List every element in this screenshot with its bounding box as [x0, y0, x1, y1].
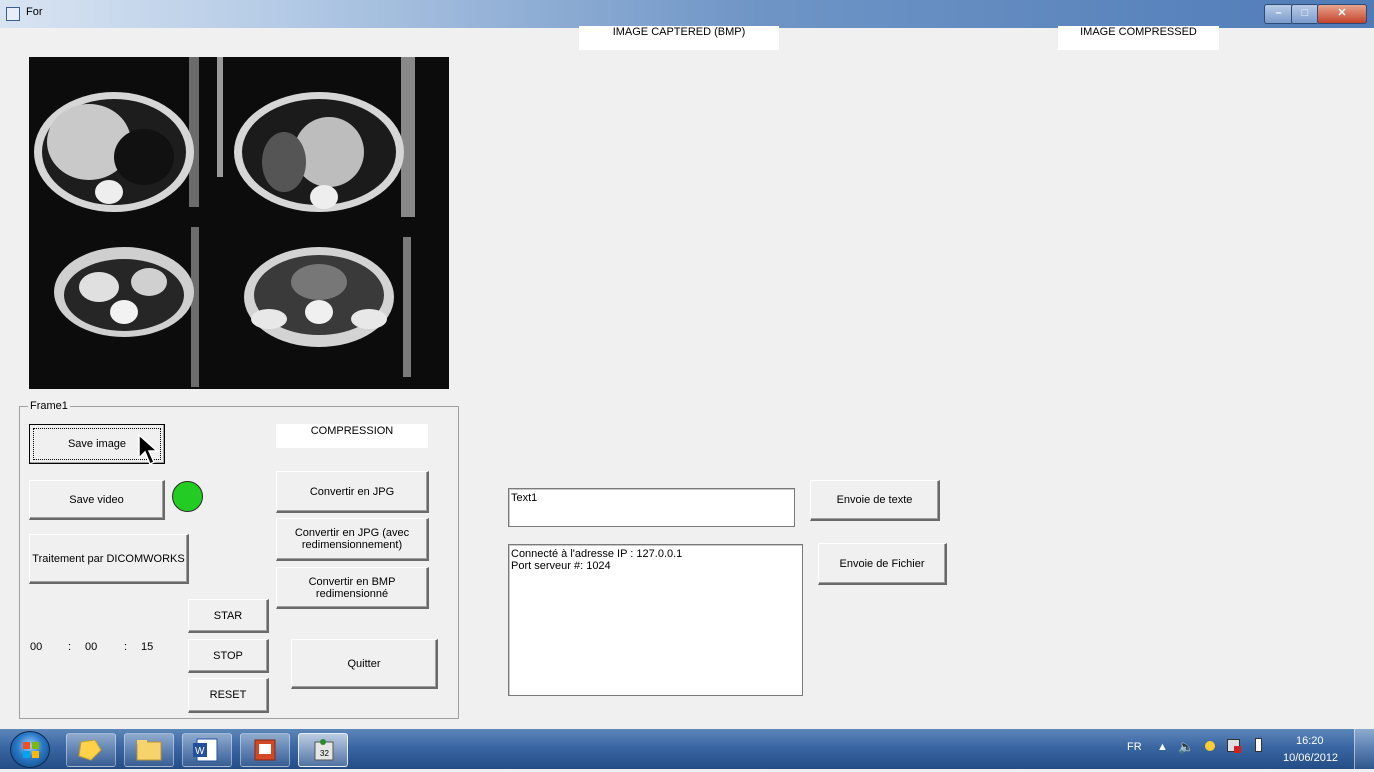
show-desktop-button[interactable] [1354, 729, 1374, 769]
connection-log[interactable]: Connecté à l'adresse IP : 127.0.0.1 Port… [508, 544, 803, 696]
send-file-button[interactable]: Envoie de Fichier [818, 543, 947, 585]
save-video-button[interactable]: Save video [29, 480, 165, 520]
taskbar-folder-icon[interactable] [124, 733, 174, 767]
stop-button[interactable]: STOP [188, 639, 269, 673]
maximize-button[interactable]: □ [1291, 4, 1319, 24]
camera-preview [29, 57, 449, 389]
taskbar-word-icon[interactable]: W [182, 733, 232, 767]
timer-separator: : [68, 641, 72, 653]
reset-button[interactable]: RESET [188, 678, 269, 713]
log-line: Connecté à l'adresse IP : 127.0.0.1 [511, 548, 683, 560]
svg-text:W: W [195, 746, 205, 757]
action-center-icon[interactable] [1227, 739, 1241, 753]
clock-time[interactable]: 16:20 [1296, 735, 1324, 747]
timer-separator: : [124, 641, 128, 653]
image-captured-label: IMAGE CAPTERED (BMP) [579, 26, 779, 50]
windows-logo-icon [23, 742, 39, 758]
send-text-button[interactable]: Envoie de texte [810, 480, 940, 521]
taskbar-powerpoint-icon[interactable] [240, 733, 290, 767]
taskbar-vb-app-icon[interactable]: 32 [298, 733, 348, 767]
battery-icon[interactable] [1255, 738, 1262, 752]
frame1-label: Frame1 [28, 400, 70, 412]
ct-scan-image [29, 57, 449, 389]
star-button[interactable]: STAR [188, 599, 269, 633]
language-indicator[interactable]: FR [1127, 741, 1142, 753]
mouse-cursor-icon [138, 434, 159, 466]
log-line: Port serveur #: 1024 [511, 560, 611, 572]
message-text-input[interactable]: Text1 [508, 488, 795, 527]
image-compressed-label: IMAGE COMPRESSED [1058, 26, 1219, 50]
start-button[interactable] [10, 731, 50, 768]
speaker-icon[interactable]: 🔈 [1178, 739, 1194, 755]
convert-bmp-resize-button[interactable]: Convertir en BMP redimensionné [276, 567, 429, 609]
taskbar-explorer-icon[interactable] [66, 733, 116, 767]
compression-label: COMPRESSION [276, 424, 428, 448]
timer-seconds: 15 [141, 641, 154, 653]
timer-hours: 00 [30, 641, 43, 653]
clock-date[interactable]: 10/06/2012 [1283, 752, 1338, 764]
timer-minutes: 00 [85, 641, 98, 653]
show-hidden-icons-icon[interactable]: ▲ [1157, 741, 1168, 753]
network-icon[interactable] [1205, 741, 1215, 751]
svg-text:32: 32 [320, 749, 329, 758]
convert-jpg-button[interactable]: Convertir en JPG [276, 471, 429, 513]
app-icon [6, 7, 20, 21]
quit-button[interactable]: Quitter [291, 639, 438, 689]
window-title: For [26, 6, 43, 18]
status-indicator [172, 481, 203, 512]
convert-jpg-resize-button[interactable]: Convertir en JPG (avec redimensionnement… [276, 518, 429, 561]
dicomworks-button[interactable]: Traitement par DICOMWORKS [29, 534, 189, 584]
minimize-button[interactable]: – [1264, 4, 1293, 24]
title-bar: For – □ ✕ [0, 0, 1374, 28]
close-button[interactable]: ✕ [1317, 4, 1367, 24]
